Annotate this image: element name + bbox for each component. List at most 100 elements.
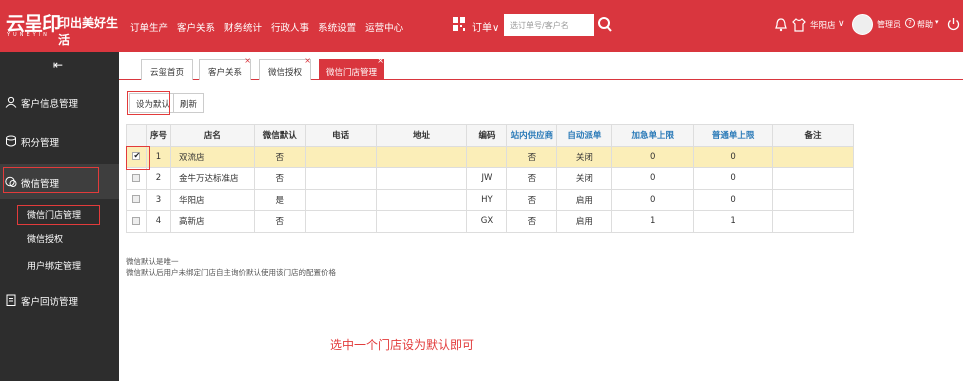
cell-phone <box>304 210 377 233</box>
note-line: 微信默认是唯一 <box>126 257 179 266</box>
column-header[interactable]: 序号 <box>145 124 171 147</box>
cell-phone <box>304 167 377 190</box>
cell-name: 华阳店 <box>169 188 255 211</box>
cell-name: 金牛万达标准店 <box>169 167 255 190</box>
avatar[interactable] <box>852 14 873 35</box>
refresh-button[interactable]: 刷新 <box>173 93 205 113</box>
cell-code <box>466 145 508 168</box>
column-header[interactable]: 普通单上限 <box>693 124 774 147</box>
cell-auto-dispatch: 关闭 <box>556 167 613 190</box>
highlight-box <box>126 146 150 170</box>
cell-auto-dispatch: 启用 <box>556 188 613 211</box>
cell-default: 否 <box>253 145 306 168</box>
sidebar-item-customer-info[interactable]: 客户信息管理 <box>0 87 119 117</box>
cell-supplier: 否 <box>506 210 558 233</box>
sidebar-item-points[interactable]: 积分管理 <box>0 126 119 156</box>
user-name[interactable]: 管理员 <box>877 19 901 30</box>
sidebar-subitem-auth[interactable]: 微信授权 <box>27 232 63 245</box>
cell-urgent-limit: 1 <box>611 210 695 233</box>
bell-icon[interactable] <box>775 18 787 32</box>
highlight-box <box>127 91 170 115</box>
order-type-select[interactable]: 订单∨ <box>472 19 499 34</box>
help-link[interactable]: 帮助 <box>917 19 933 30</box>
row-checkbox-cell[interactable] <box>126 210 147 233</box>
checkbox[interactable] <box>132 173 141 182</box>
close-icon[interactable]: × <box>377 56 384 65</box>
cell-code: GX <box>466 210 508 233</box>
column-header[interactable]: 电话 <box>304 124 377 147</box>
store-table: 序号 店名 微信默认 电话 地址 编码 站内供应商 自动派单 加急单上限 普通单… <box>126 124 854 233</box>
column-header[interactable]: 备注 <box>772 124 854 147</box>
close-icon[interactable]: × <box>244 56 251 65</box>
cell-no: 3 <box>145 188 171 211</box>
logo[interactable]: 云呈印 YUNEYIN 印出美好生活 <box>6 9 118 47</box>
column-header[interactable]: 微信默认 <box>253 124 306 147</box>
table-row[interactable]: 4 高新店 否 GX 否 启用 1 1 <box>126 210 854 233</box>
cell-no: 2 <box>145 167 171 190</box>
cell-no: 4 <box>145 210 171 233</box>
sidebar-item-visits[interactable]: 客户回访管理 <box>0 285 119 315</box>
column-header[interactable]: 编码 <box>466 124 508 147</box>
coins-icon <box>6 135 16 147</box>
cell-remark <box>772 167 854 190</box>
column-header[interactable]: 自动派单 <box>556 124 613 147</box>
top-bar: 云呈印 YUNEYIN 印出美好生活 订单生产 客户关系 财务统计 行政人事 系… <box>0 0 963 52</box>
sidebar-subitem-binding[interactable]: 用户绑定管理 <box>27 259 81 272</box>
tab-label: 客户关系 <box>207 68 242 78</box>
table-row[interactable]: 3 华阳店 是 HY 否 启用 0 0 <box>126 188 854 211</box>
shirt-icon[interactable] <box>792 18 806 32</box>
chevron-down-icon[interactable]: ∨ <box>838 19 845 29</box>
column-header[interactable]: 店名 <box>169 124 255 147</box>
sidebar-item-label: 客户信息管理 <box>21 99 79 110</box>
checkbox[interactable] <box>132 195 141 204</box>
row-checkbox-cell[interactable] <box>126 167 147 190</box>
tab-wechat-store[interactable]: 微信门店管理 × <box>319 56 384 80</box>
tab-home[interactable]: 云玺首页 <box>141 59 193 80</box>
top-nav: 订单生产 客户关系 财务统计 行政人事 系统设置 运营中心 <box>130 20 412 34</box>
topnav-item-settings[interactable]: 系统设置 <box>318 20 356 34</box>
qrcode-icon[interactable] <box>453 17 465 31</box>
cell-normal-limit: 0 <box>693 145 774 168</box>
cell-supplier: 否 <box>506 188 558 211</box>
annotation-hint: 选中一个门店设为默认即可 <box>330 338 475 352</box>
cell-auto-dispatch: 启用 <box>556 210 613 233</box>
column-header[interactable]: 地址 <box>375 124 468 147</box>
topnav-item-hr[interactable]: 行政人事 <box>271 20 309 34</box>
help-icon[interactable]: ? <box>905 18 915 28</box>
tab-bar: 云玺首页 客户关系 × 微信授权 × 微信门店管理 × <box>119 52 963 80</box>
power-icon[interactable] <box>947 17 960 31</box>
column-header[interactable]: 加急单上限 <box>611 124 695 147</box>
cell-default: 否 <box>253 167 306 190</box>
checkbox[interactable] <box>132 216 141 225</box>
column-header[interactable]: 站内供应商 <box>506 124 558 147</box>
topnav-item-finance[interactable]: 财务统计 <box>224 20 262 34</box>
topnav-item-customer[interactable]: 客户关系 <box>177 20 215 34</box>
tab-label: 微信授权 <box>267 68 302 78</box>
cell-auto-dispatch: 关闭 <box>556 145 613 168</box>
search-icon[interactable] <box>594 14 616 36</box>
table-row[interactable]: 2 金牛万达标准店 否 JW 否 关闭 0 0 <box>126 167 854 190</box>
close-icon[interactable]: × <box>304 56 311 65</box>
brand-slogan: 印出美好生活 <box>58 16 119 47</box>
tab-wechat-auth[interactable]: 微信授权 × <box>259 56 311 80</box>
menu-collapse-icon[interactable]: ⇤ <box>53 58 63 72</box>
caret-down-icon[interactable]: ▾ <box>935 18 939 26</box>
table-row[interactable]: ✔ 1 双流店 否 否 关闭 0 0 <box>126 145 854 168</box>
cell-code: HY <box>466 188 508 211</box>
cell-normal-limit: 1 <box>693 210 774 233</box>
cell-urgent-limit: 0 <box>611 188 695 211</box>
cell-remark <box>772 145 854 168</box>
tab-label: 云玺首页 <box>149 68 184 78</box>
search-input[interactable]: 选订单号/客户名 <box>504 14 594 36</box>
topnav-item-production[interactable]: 订单生产 <box>130 20 168 34</box>
tab-customer[interactable]: 客户关系 × <box>199 56 251 80</box>
cell-urgent-limit: 0 <box>611 167 695 190</box>
cell-no: 1 <box>145 145 171 168</box>
note-line: 微信默认后用户未绑定门店自主询价默认使用该门店的配置价格 <box>126 268 336 277</box>
table-header-row: 序号 店名 微信默认 电话 地址 编码 站内供应商 自动派单 加急单上限 普通单… <box>126 124 854 147</box>
sidebar-item-label: 客户回访管理 <box>21 297 79 308</box>
topnav-item-operations[interactable]: 运营中心 <box>365 20 403 34</box>
sidebar-item-label: 积分管理 <box>21 138 60 149</box>
current-store[interactable]: 华阳店 <box>810 19 836 31</box>
row-checkbox-cell[interactable] <box>126 188 147 211</box>
